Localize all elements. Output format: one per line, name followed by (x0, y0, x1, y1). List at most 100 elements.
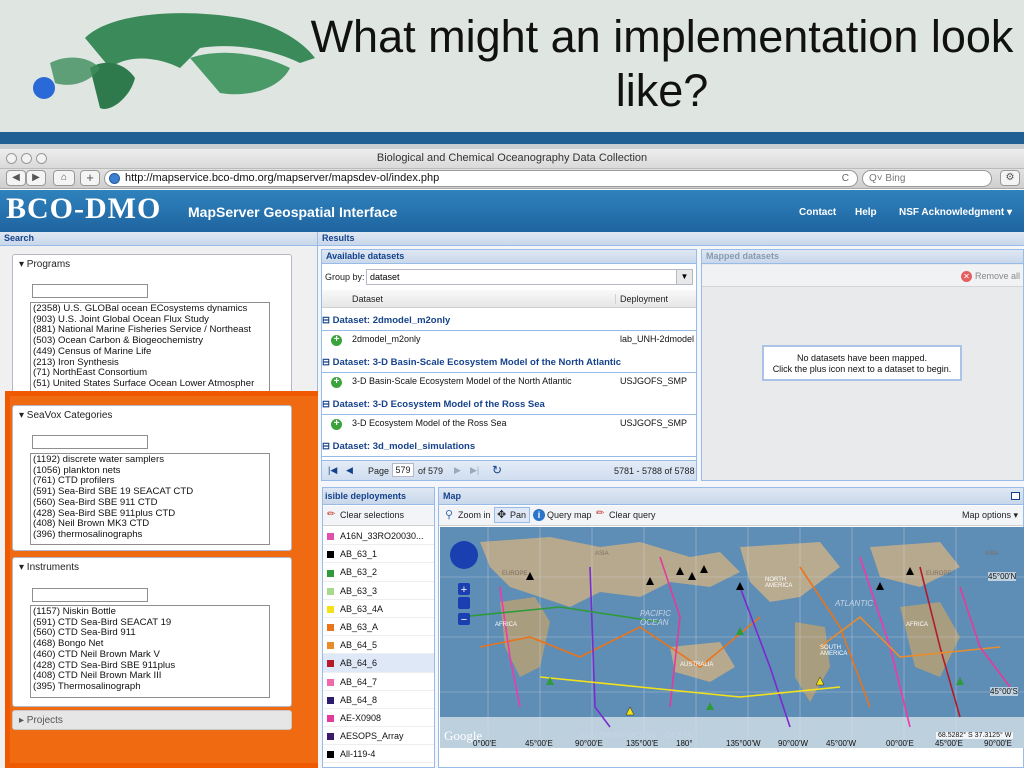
page-count: of 579 (418, 466, 444, 476)
nav-contact[interactable]: Contact (799, 207, 836, 218)
seavox-legend[interactable]: ▾ SeaVox Categories (13, 406, 291, 425)
nav-help[interactable]: Help (855, 207, 877, 218)
record-range: 5781 - 5788 of 5788 (614, 466, 695, 476)
instruments-legend[interactable]: ▾ Instruments (13, 558, 291, 577)
google-logo: Google (444, 728, 483, 743)
instruments-filter-input[interactable] (32, 588, 148, 602)
forward-button[interactable]: ▶ (26, 170, 46, 186)
list-item[interactable]: AB_63_3 (323, 581, 434, 600)
list-item[interactable]: AB_63_A (323, 617, 434, 637)
list-item[interactable]: (449) Census of Marine Life (33, 346, 267, 358)
list-item[interactable]: AB_64_7 (323, 672, 434, 691)
deployment-label: A16N_33RO20030... (340, 531, 424, 541)
longitude-label: 135°00'E (626, 739, 659, 748)
list-item[interactable]: AB_63_2 (323, 563, 434, 582)
latitude-label: 45°00'S (990, 687, 1018, 696)
dataset-group-header[interactable]: ⊟ Dataset: 3d_model_simulations (322, 441, 696, 457)
map-label: NORTH AMERICA (765, 577, 793, 589)
results-panel-title: Results (318, 232, 1024, 246)
remove-all-button[interactable]: Remove all (975, 271, 1020, 281)
series-swatch (327, 587, 334, 595)
url-text: http://mapservice.bco-dmo.org/mapserver/… (125, 172, 440, 184)
dataset-group-header[interactable]: ⊟ Dataset: 3-D Basin-Scale Ecosystem Mod… (322, 357, 696, 373)
zoom-in-icon[interactable]: ⚲ (445, 508, 453, 521)
maximize-icon[interactable] (1011, 492, 1020, 500)
remove-icon[interactable]: ✕ (961, 271, 972, 282)
prev-page-button[interactable]: ◀ (346, 465, 353, 476)
pan-button[interactable]: ✥ Pan (494, 507, 530, 523)
last-page-button[interactable]: ▶| (470, 465, 479, 476)
home-icon[interactable]: ⌂ (53, 170, 75, 186)
settings-icon[interactable]: ⚙ (1000, 170, 1020, 186)
info-icon[interactable]: i (533, 509, 545, 521)
list-item[interactable]: A16N_33RO20030... (323, 527, 434, 546)
available-datasets-title: Available datasets (322, 250, 696, 264)
programs-filter-input[interactable] (32, 284, 148, 298)
map-toolbar: ⚲ Zoom in ✥ Pan i Query map ✏ Clear quer… (439, 506, 1023, 526)
globe-icon (109, 173, 120, 184)
table-row: + 3-D Ecosystem Model of the Ross Sea US… (322, 416, 696, 432)
list-item[interactable]: (51) United States Surface Ocean Lower A… (33, 378, 267, 390)
browser-search-input[interactable]: Q˅ Bing (862, 170, 992, 187)
first-page-button[interactable]: |◀ (328, 465, 337, 476)
map-label: ASIA (595, 551, 609, 557)
page-number-input[interactable]: 579 (392, 463, 414, 477)
add-bookmark-button[interactable]: + (80, 170, 100, 186)
dataset-name: 2dmodel_m2only (352, 334, 421, 344)
pan-label: Pan (510, 510, 527, 520)
dataset-group-header[interactable]: ⊟ Dataset: 3-D Ecosystem Model of the Ro… (322, 399, 696, 415)
add-dataset-icon[interactable]: + (331, 377, 342, 388)
list-item[interactable]: AB_63_4A (323, 599, 434, 618)
seavox-filter-input[interactable] (32, 435, 148, 449)
address-bar[interactable]: http://mapservice.bco-dmo.org/mapserver/… (104, 170, 858, 187)
series-swatch (327, 551, 334, 559)
dataset-group-header[interactable]: ⊟ Dataset: 2dmodel_m2only (322, 315, 696, 331)
list-item[interactable]: (395) Thermosalinograph (33, 681, 267, 693)
eraser-icon[interactable]: ✏ (596, 508, 604, 519)
list-item[interactable]: (460) CTD Neil Brown Mark V (33, 649, 267, 661)
instruments-list[interactable]: (1157) Niskin Bottle (591) CTD Sea-Bird … (30, 605, 270, 698)
deployment-label: AB_63_1 (340, 549, 378, 560)
longitude-label: 90°00'E (984, 739, 1012, 748)
eraser-icon[interactable]: ✏ (327, 509, 335, 520)
map-canvas[interactable]: + − EUROPE ASIA NORTH AMERICA PACIFIC OC… (440, 527, 1024, 748)
nav-nsf-acknowledgment[interactable]: NSF Acknowledgment ▾ (899, 207, 1012, 218)
seavox-list[interactable]: (1192) discrete water samplers (1056) pl… (30, 453, 270, 545)
clear-selections-button[interactable]: Clear selections (340, 510, 404, 520)
programs-list[interactable]: (2358) U.S. GLOBal ocean ECosystems dyna… (30, 302, 270, 394)
svg-text:−: − (461, 614, 467, 626)
next-page-button[interactable]: ▶ (454, 465, 461, 476)
clear-query-button[interactable]: Clear query (609, 510, 656, 520)
list-item[interactable]: AB_64_8 (323, 690, 434, 709)
list-item[interactable]: (560) Sea-Bird SBE 911 CTD (33, 497, 267, 509)
column-header-deployment[interactable]: Deployment (615, 294, 668, 304)
reload-icon[interactable]: C (842, 171, 849, 186)
column-header-dataset[interactable]: Dataset (352, 294, 383, 304)
list-item[interactable]: AESOPS_Array (323, 727, 434, 746)
deployment-label: AB_64_5 (340, 640, 378, 651)
pan-icon: ✥ (497, 509, 507, 521)
list-item[interactable]: AB_63_1 (323, 545, 434, 564)
zoom-in-button[interactable]: Zoom in (458, 510, 491, 520)
back-button[interactable]: ◀ (6, 170, 26, 186)
list-item[interactable]: AB_64_5 (323, 636, 434, 655)
add-dataset-icon[interactable]: + (331, 335, 342, 346)
add-dataset-icon[interactable]: + (331, 419, 342, 430)
list-item[interactable]: (396) thermosalinographs (33, 529, 267, 541)
projects-legend[interactable]: ▸ Projects (12, 710, 292, 730)
chevron-down-icon[interactable]: ▼ (676, 270, 692, 284)
list-item[interactable]: AE-X0908 (323, 708, 434, 728)
map-options-button[interactable]: Map options ▾ (962, 510, 1018, 521)
refresh-icon[interactable]: ↻ (492, 463, 502, 477)
slide-header: What might an implementation look like? (0, 0, 1024, 132)
list-item[interactable]: All-119-4 (323, 745, 434, 764)
list-item[interactable]: AB_64_6 (323, 654, 434, 673)
longitude-label: 45°00'E (935, 739, 963, 748)
series-swatch (327, 533, 334, 541)
programs-legend[interactable]: ▾ Programs (13, 255, 291, 274)
deployments-title: isible deployments (323, 488, 434, 505)
map-label: ASIA (985, 551, 999, 557)
mouse-coordinates: 68.5282° S 37.3125° W (936, 732, 1014, 739)
query-map-button[interactable]: Query map (547, 510, 592, 520)
group-by-select[interactable]: dataset ▼ (366, 269, 693, 285)
